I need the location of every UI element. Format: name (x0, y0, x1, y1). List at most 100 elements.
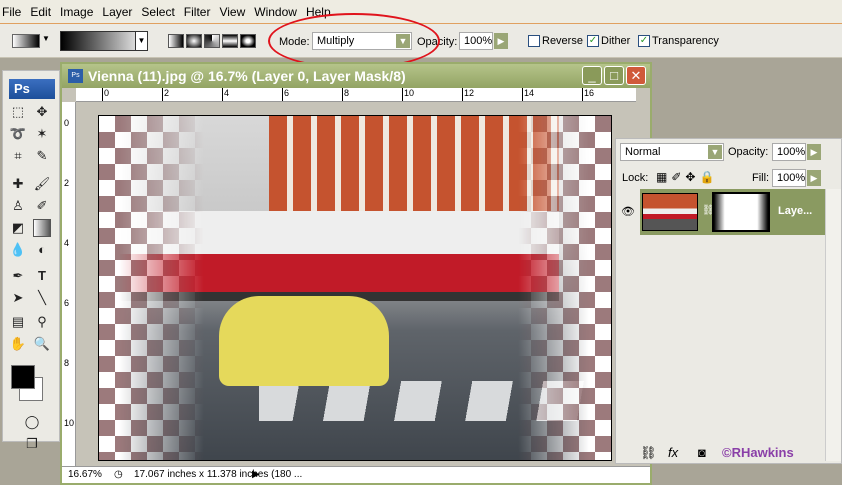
ruler-tick-label: 6 (64, 298, 70, 308)
layer-row[interactable]: 👁 ⛓ Laye... (616, 189, 826, 235)
dither-checkbox[interactable]: ✓ (587, 35, 599, 47)
toolbox: Ps ⬚ ✥ ➰ ✶ ⌗ ✎ ✚ 🖌 ♙ ✐ ◩ 💧 ◐ ✒ T ➤ ╲ ▤ ⚲… (2, 70, 60, 451)
ruler-vertical: 0 2 4 6 8 10 (62, 102, 76, 472)
history-brush-icon[interactable]: ✐ (33, 197, 51, 215)
menu-image[interactable]: Image (60, 5, 93, 19)
layer-name[interactable]: Laye... (778, 205, 812, 217)
ruler-tick-label: 2 (64, 178, 70, 188)
angle-gradient-button[interactable] (204, 34, 220, 48)
yellow-taxi (219, 296, 389, 386)
chevron-down-icon[interactable]: ▼ (708, 145, 722, 159)
visibility-eye-icon[interactable]: 👁 (616, 189, 640, 235)
eraser-tool-icon[interactable]: ◩ (9, 219, 27, 237)
diamond-gradient-button[interactable] (240, 34, 256, 48)
menu-filter[interactable]: Filter (184, 5, 211, 19)
lock-icons[interactable]: ▦✐✥🔒 (656, 170, 718, 184)
ruler-tick-label: 14 (522, 88, 534, 101)
chevron-down-icon[interactable]: ▼ (135, 32, 147, 50)
lock-label: Lock: (622, 172, 649, 184)
layer-opacity-input[interactable]: 100% (772, 143, 806, 161)
crosswalk (259, 381, 589, 421)
blend-mode-select[interactable]: Normal ▼ (620, 143, 724, 161)
brush-tool-icon[interactable]: 🖌 (33, 175, 51, 193)
radial-gradient-button[interactable] (186, 34, 202, 48)
menu-window[interactable]: Window (254, 5, 297, 19)
ruler-tick-label: 4 (222, 88, 229, 101)
document-window: Vienna (11).jpg @ 16.7% (Layer 0, Layer … (60, 62, 652, 485)
type-tool-icon[interactable]: T (33, 267, 51, 285)
move-tool-icon[interactable]: ✥ (33, 103, 51, 121)
clone-stamp-icon[interactable]: ♙ (9, 197, 27, 215)
ruler-horizontal: 0 2 4 6 8 10 12 14 16 (76, 88, 636, 102)
reverse-checkbox[interactable] (528, 35, 540, 47)
close-button[interactable]: ✕ (626, 66, 646, 85)
fill-input[interactable]: 100% (772, 169, 806, 187)
image-canvas[interactable] (98, 115, 612, 461)
minimize-button[interactable]: _ (582, 66, 602, 85)
eyedropper-icon[interactable]: ⚲ (33, 313, 51, 331)
gradient-picker[interactable]: ▼ (60, 31, 148, 51)
quick-mask-icon[interactable]: ◯ (23, 413, 41, 431)
status-menu-icon[interactable]: ◷ (114, 467, 123, 483)
reflected-gradient-button[interactable] (222, 34, 238, 48)
chevron-down-icon[interactable]: ▼ (42, 34, 50, 43)
healing-brush-icon[interactable]: ✚ (9, 175, 27, 193)
ruler-tick-label: 0 (102, 88, 109, 101)
menu-bar: File Edit Image Layer Select Filter View… (0, 0, 842, 24)
linear-gradient-button[interactable] (168, 34, 184, 48)
layer-opacity-label: Opacity: (728, 146, 769, 158)
watermark: ©RHawkins (722, 445, 794, 460)
zoom-tool-icon[interactable]: 🔍 (33, 335, 51, 353)
menu-edit[interactable]: Edit (30, 5, 51, 19)
eyedropper-tool-icon[interactable]: ✎ (33, 147, 51, 165)
notes-tool-icon[interactable]: ▤ (9, 313, 27, 331)
annotation-circle (268, 13, 440, 69)
marquee-tool-icon[interactable]: ⬚ (9, 103, 27, 121)
path-selection-icon[interactable]: ➤ (9, 289, 27, 307)
magic-wand-icon[interactable]: ✶ (33, 125, 51, 143)
ps-logo: Ps (9, 79, 55, 99)
foreground-color-swatch[interactable] (11, 365, 35, 389)
dodge-tool-icon[interactable]: ◐ (33, 241, 51, 259)
menu-view[interactable]: View (219, 5, 245, 19)
ruler-tick-label: 10 (64, 418, 75, 428)
ps-document-icon: Ps (68, 69, 83, 83)
crop-tool-icon[interactable]: ⌗ (9, 147, 27, 165)
tool-preset-picker[interactable] (12, 34, 40, 48)
opacity-slider-button[interactable]: ▶ (494, 33, 508, 49)
gradient-tool-icon[interactable] (33, 219, 51, 237)
fx-icon[interactable]: fx (668, 445, 678, 460)
fill-label: Fill: (752, 172, 770, 184)
status-arrow-icon[interactable]: ▶ (252, 467, 260, 483)
add-mask-icon[interactable]: ◙ (698, 445, 706, 460)
fill-slider-button[interactable]: ▶ (807, 170, 821, 186)
ruler-tick-label: 12 (462, 88, 474, 101)
blur-tool-icon[interactable]: 💧 (9, 241, 27, 259)
vienna-tram-photo (119, 116, 589, 460)
menu-file[interactable]: File (2, 5, 21, 19)
maximize-button[interactable]: □ (604, 66, 624, 85)
lasso-tool-icon[interactable]: ➰ (9, 125, 27, 143)
document-title-bar[interactable]: Vienna (11).jpg @ 16.7% (Layer 0, Layer … (62, 64, 650, 88)
layer-mask-thumbnail[interactable] (712, 192, 770, 232)
layer-opacity-slider-button[interactable]: ▶ (807, 144, 821, 160)
ruler-tick-label: 10 (402, 88, 414, 101)
reverse-label: Reverse (542, 35, 583, 47)
hand-tool-icon[interactable]: ✋ (9, 335, 27, 353)
ruler-tick-label: 4 (64, 238, 70, 248)
status-bar: 16.67% ◷ 17.067 inches x 11.378 inches (… (62, 466, 650, 483)
document-title: Vienna (11).jpg @ 16.7% (Layer 0, Layer … (88, 68, 406, 84)
layers-scrollbar[interactable] (825, 189, 841, 461)
screen-mode-icon[interactable]: ❐ (23, 435, 41, 453)
menu-layer[interactable]: Layer (102, 5, 132, 19)
opacity-input[interactable]: 100% (459, 32, 493, 50)
zoom-level[interactable]: 16.67% (68, 467, 102, 483)
menu-select[interactable]: Select (141, 5, 174, 19)
pen-tool-icon[interactable]: ✒ (9, 267, 27, 285)
line-tool-icon[interactable]: ╲ (33, 289, 51, 307)
layer-thumbnail[interactable] (642, 193, 698, 231)
tram (119, 211, 559, 301)
transparency-checkbox[interactable]: ✓ (638, 35, 650, 47)
layers-panel: Normal ▼ Opacity: 100% ▶ Lock: ▦✐✥🔒 Fill:… (615, 138, 842, 464)
link-icon[interactable]: ⛓ (640, 445, 657, 461)
